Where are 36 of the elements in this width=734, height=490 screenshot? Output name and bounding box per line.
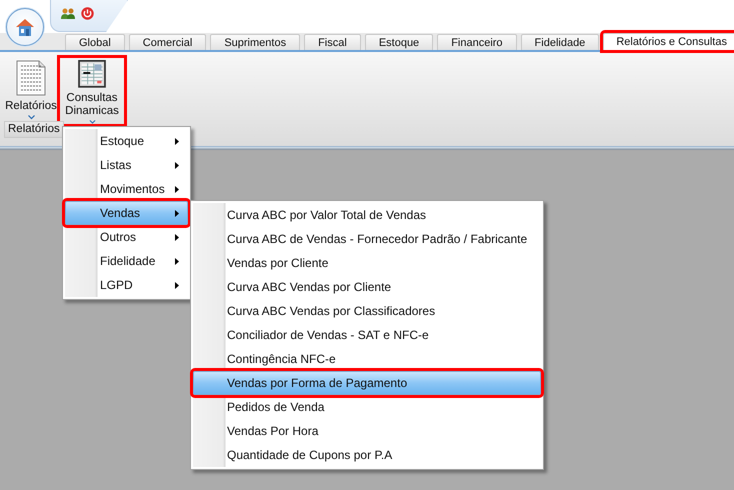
ribbon-button[interactable]: Relatórios bbox=[4, 58, 58, 124]
users-icon[interactable] bbox=[61, 8, 75, 20]
table-icon bbox=[76, 60, 108, 88]
menu-item[interactable]: Fidelidade bbox=[65, 249, 188, 273]
ribbon-button[interactable]: Consultas Dinamicas bbox=[60, 58, 124, 124]
menu-item[interactable]: Curva ABC Vendas por Classificadores bbox=[193, 299, 541, 323]
ribbon-tab[interactable]: Global bbox=[65, 34, 125, 50]
menu-item[interactable]: Movimentos bbox=[65, 177, 188, 201]
menu-item[interactable]: LGPD bbox=[65, 273, 188, 297]
ribbon-tab[interactable]: Estoque bbox=[364, 34, 434, 50]
menu-item[interactable]: Vendas por Forma de Pagamento bbox=[193, 371, 541, 395]
ribbon-tab[interactable]: Comercial bbox=[128, 34, 206, 50]
menu-item[interactable]: Estoque bbox=[65, 129, 188, 153]
document-icon bbox=[15, 60, 47, 96]
menu-item[interactable]: Vendas bbox=[65, 201, 188, 225]
menu-item[interactable]: Vendas Por Hora bbox=[193, 419, 541, 443]
menu-item[interactable]: Quantidade de Cupons por P.A bbox=[193, 443, 541, 467]
house-icon bbox=[14, 17, 36, 37]
ribbon-tab[interactable]: Relatórios e Consultas bbox=[603, 33, 734, 50]
ribbon-tab[interactable]: Fidelidade bbox=[520, 34, 600, 50]
menu-item[interactable]: Conciliador de Vendas - SAT e NFC-e bbox=[193, 323, 541, 347]
ribbon-tab[interactable]: Fiscal bbox=[304, 34, 361, 50]
menu-item[interactable]: Vendas por Cliente bbox=[193, 251, 541, 275]
power-icon[interactable] bbox=[81, 7, 94, 20]
menu-item[interactable]: Curva ABC por Valor Total de Vendas bbox=[193, 203, 541, 227]
menu-item[interactable]: Outros bbox=[65, 225, 188, 249]
menu-item[interactable]: Curva ABC de Vendas - Fornecedor Padrão / Fabricante bbox=[193, 227, 541, 251]
ribbon-tab[interactable]: Financeiro bbox=[437, 34, 517, 50]
ribbon-tab[interactable]: Suprimentos bbox=[210, 34, 300, 50]
menu-item[interactable]: Contingência NFC-e bbox=[193, 347, 541, 371]
group-label: Relatórios bbox=[4, 121, 64, 138]
menu-item[interactable]: Listas bbox=[65, 153, 188, 177]
dropdown-caret-icon bbox=[88, 120, 96, 124]
menu-item[interactable]: Pedidos de Venda bbox=[193, 395, 541, 419]
dropdown-caret-icon bbox=[28, 115, 34, 120]
menu-item[interactable]: Curva ABC Vendas por Cliente bbox=[193, 275, 541, 299]
